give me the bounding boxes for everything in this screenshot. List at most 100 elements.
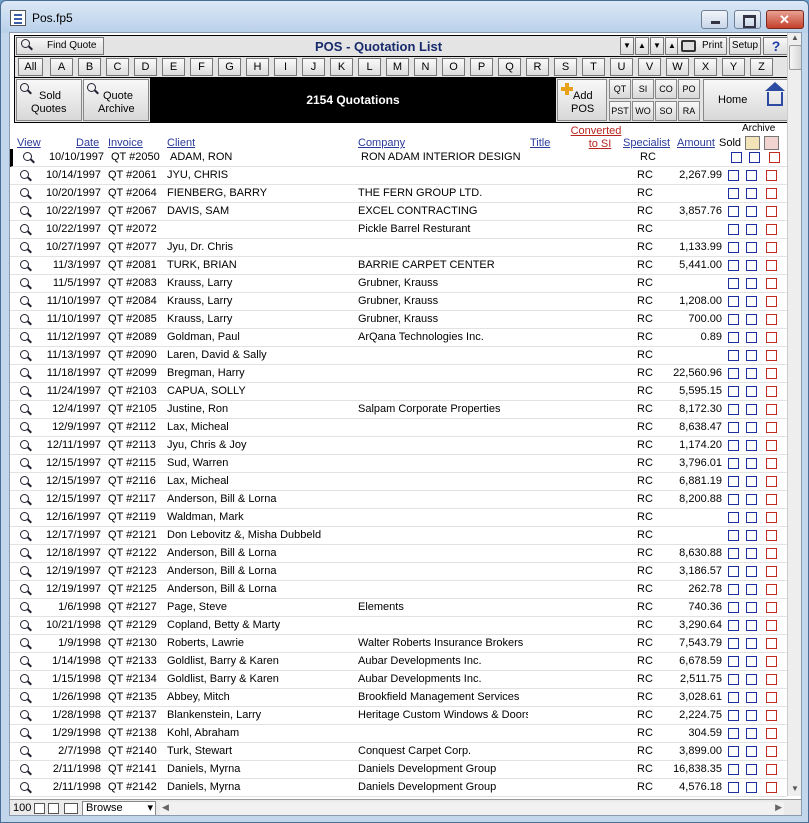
view-record-icon[interactable] xyxy=(20,296,33,309)
table-row[interactable]: 1/26/1998 QT #2135 Abbey, Mitch Brookfield … xyxy=(10,689,787,707)
alpha-filter-all[interactable]: All xyxy=(18,58,43,76)
view-record-icon[interactable] xyxy=(20,350,33,363)
column-view[interactable]: View xyxy=(17,137,41,149)
table-row[interactable]: 12/16/1997 QT #2119 Waldman, Mark RC xyxy=(10,509,787,527)
delete-checkbox[interactable] xyxy=(766,566,777,577)
sold-checkbox[interactable] xyxy=(728,728,739,739)
sold-checkbox[interactable] xyxy=(728,512,739,523)
scroll-left-icon[interactable]: ◀ xyxy=(162,802,169,813)
sold-checkbox[interactable] xyxy=(728,350,739,361)
table-row[interactable]: 11/10/1997 QT #2084 Krauss, Larry Grubner, … xyxy=(10,293,787,311)
view-record-icon[interactable] xyxy=(20,530,33,543)
view-record-icon[interactable] xyxy=(20,260,33,273)
table-row[interactable]: 12/15/1997 QT #2116 Lax, Micheal RC 6,881.19 xyxy=(10,473,787,491)
view-record-icon[interactable] xyxy=(20,656,33,669)
alpha-filter-d[interactable]: D xyxy=(134,58,157,76)
sold-checkbox[interactable] xyxy=(728,674,739,685)
alpha-filter-h[interactable]: H xyxy=(246,58,269,76)
archive-checkbox[interactable] xyxy=(746,782,757,793)
archive-checkbox[interactable] xyxy=(746,584,757,595)
table-row[interactable]: 2/11/1998 QT #2141 Daniels, Myrna Daniels D… xyxy=(10,761,787,779)
delete-checkbox[interactable] xyxy=(766,206,777,217)
scroll-down-icon[interactable]: ▼ xyxy=(791,784,799,793)
sold-checkbox[interactable] xyxy=(728,170,739,181)
table-row[interactable]: 10/22/1997 QT #2067 DAVIS, SAM EXCEL CONTRA… xyxy=(10,203,787,221)
view-record-icon[interactable] xyxy=(20,494,33,507)
vertical-scrollbar[interactable]: ▲ ▼ xyxy=(787,33,801,796)
archive-checkbox[interactable] xyxy=(746,656,757,667)
delete-checkbox[interactable] xyxy=(766,620,777,631)
column-title[interactable]: Title xyxy=(530,137,550,149)
table-row[interactable]: 10/20/1997 QT #2064 FIENBERG, BARRY THE FER… xyxy=(10,185,787,203)
delete-checkbox[interactable] xyxy=(766,260,777,271)
table-row[interactable]: 12/4/1997 QT #2105 Justine, Ron Salpam Corp… xyxy=(10,401,787,419)
alpha-filter-v[interactable]: V xyxy=(638,58,661,76)
sold-checkbox[interactable] xyxy=(728,314,739,325)
alpha-filter-n[interactable]: N xyxy=(414,58,437,76)
view-record-icon[interactable] xyxy=(20,458,33,471)
view-record-icon[interactable] xyxy=(20,548,33,561)
sold-checkbox[interactable] xyxy=(728,782,739,793)
alpha-filter-c[interactable]: C xyxy=(106,58,129,76)
po-button[interactable]: PO xyxy=(678,79,700,99)
table-row[interactable]: 10/14/1997 QT #2061 JYU, CHRIS RC 2,267.99 xyxy=(10,167,787,185)
mode-select[interactable]: Browse xyxy=(82,801,156,815)
find-quote-button[interactable]: Find Quote xyxy=(16,37,104,55)
zoom-level[interactable]: 100 xyxy=(13,802,31,814)
last-record-icon[interactable]: ▼ xyxy=(650,37,664,55)
sold-checkbox[interactable] xyxy=(728,638,739,649)
column-client[interactable]: Client xyxy=(167,137,195,149)
archive-checkbox[interactable] xyxy=(746,746,757,757)
scroll-up-icon[interactable]: ▲ xyxy=(791,33,799,42)
sold-checkbox[interactable] xyxy=(728,584,739,595)
sold-checkbox[interactable] xyxy=(728,440,739,451)
view-record-icon[interactable] xyxy=(20,188,33,201)
view-record-icon[interactable] xyxy=(20,422,33,435)
delete-checkbox[interactable] xyxy=(766,674,777,685)
qt-button[interactable]: QT xyxy=(609,79,631,99)
alpha-filter-o[interactable]: O xyxy=(442,58,465,76)
archive-checkbox[interactable] xyxy=(746,458,757,469)
zoom-in-icon[interactable] xyxy=(48,803,59,814)
archive-checkbox[interactable] xyxy=(746,764,757,775)
alpha-filter-u[interactable]: U xyxy=(610,58,633,76)
column-invoice[interactable]: Invoice xyxy=(108,137,143,149)
view-record-icon[interactable] xyxy=(20,170,33,183)
alpha-filter-a[interactable]: A xyxy=(50,58,73,76)
table-row[interactable]: 12/19/1997 QT #2125 Anderson, Bill & Lorna… xyxy=(10,581,787,599)
archive-checkbox[interactable] xyxy=(746,368,757,379)
sold-checkbox[interactable] xyxy=(728,656,739,667)
alpha-filter-x[interactable]: X xyxy=(694,58,717,76)
delete-checkbox[interactable] xyxy=(766,422,777,433)
sold-checkbox[interactable] xyxy=(728,566,739,577)
view-record-icon[interactable] xyxy=(20,404,33,417)
table-row[interactable]: 12/9/1997 QT #2112 Lax, Micheal RC 8,638.47 xyxy=(10,419,787,437)
delete-checkbox[interactable] xyxy=(766,476,777,487)
print-button[interactable]: Print xyxy=(677,37,727,55)
table-row[interactable]: 11/5/1997 QT #2083 Krauss, Larry Grubner, K… xyxy=(10,275,787,293)
minimize-button[interactable] xyxy=(701,10,728,29)
view-record-icon[interactable] xyxy=(20,674,33,687)
archive-checkbox[interactable] xyxy=(746,440,757,451)
table-row[interactable]: 12/11/1997 QT #2113 Jyu, Chris & Joy RC 1,17… xyxy=(10,437,787,455)
alpha-filter-s[interactable]: S xyxy=(554,58,577,76)
table-row[interactable]: 11/13/1997 QT #2090 Laren, David & Sally RC xyxy=(10,347,787,365)
column-converted-to-si[interactable]: Converted to SI xyxy=(570,126,622,150)
delete-checkbox[interactable] xyxy=(766,782,777,793)
archive-checkbox[interactable] xyxy=(746,548,757,559)
archive-checkbox[interactable] xyxy=(746,332,757,343)
previous-record-icon[interactable]: ▼ xyxy=(620,37,634,55)
sold-checkbox[interactable] xyxy=(728,494,739,505)
sold-checkbox[interactable] xyxy=(728,764,739,775)
column-specialist[interactable]: Specialist xyxy=(623,137,670,149)
co-button[interactable]: CO xyxy=(655,79,677,99)
alpha-filter-z[interactable]: Z xyxy=(750,58,773,76)
sold-checkbox[interactable] xyxy=(728,386,739,397)
view-record-icon[interactable] xyxy=(20,278,33,291)
view-record-icon[interactable] xyxy=(20,692,33,705)
archive-checkbox[interactable] xyxy=(749,152,760,163)
setup-button[interactable]: Setup xyxy=(729,37,761,55)
view-record-icon[interactable] xyxy=(20,710,33,723)
delete-checkbox[interactable] xyxy=(766,224,777,235)
view-record-icon[interactable] xyxy=(20,476,33,489)
